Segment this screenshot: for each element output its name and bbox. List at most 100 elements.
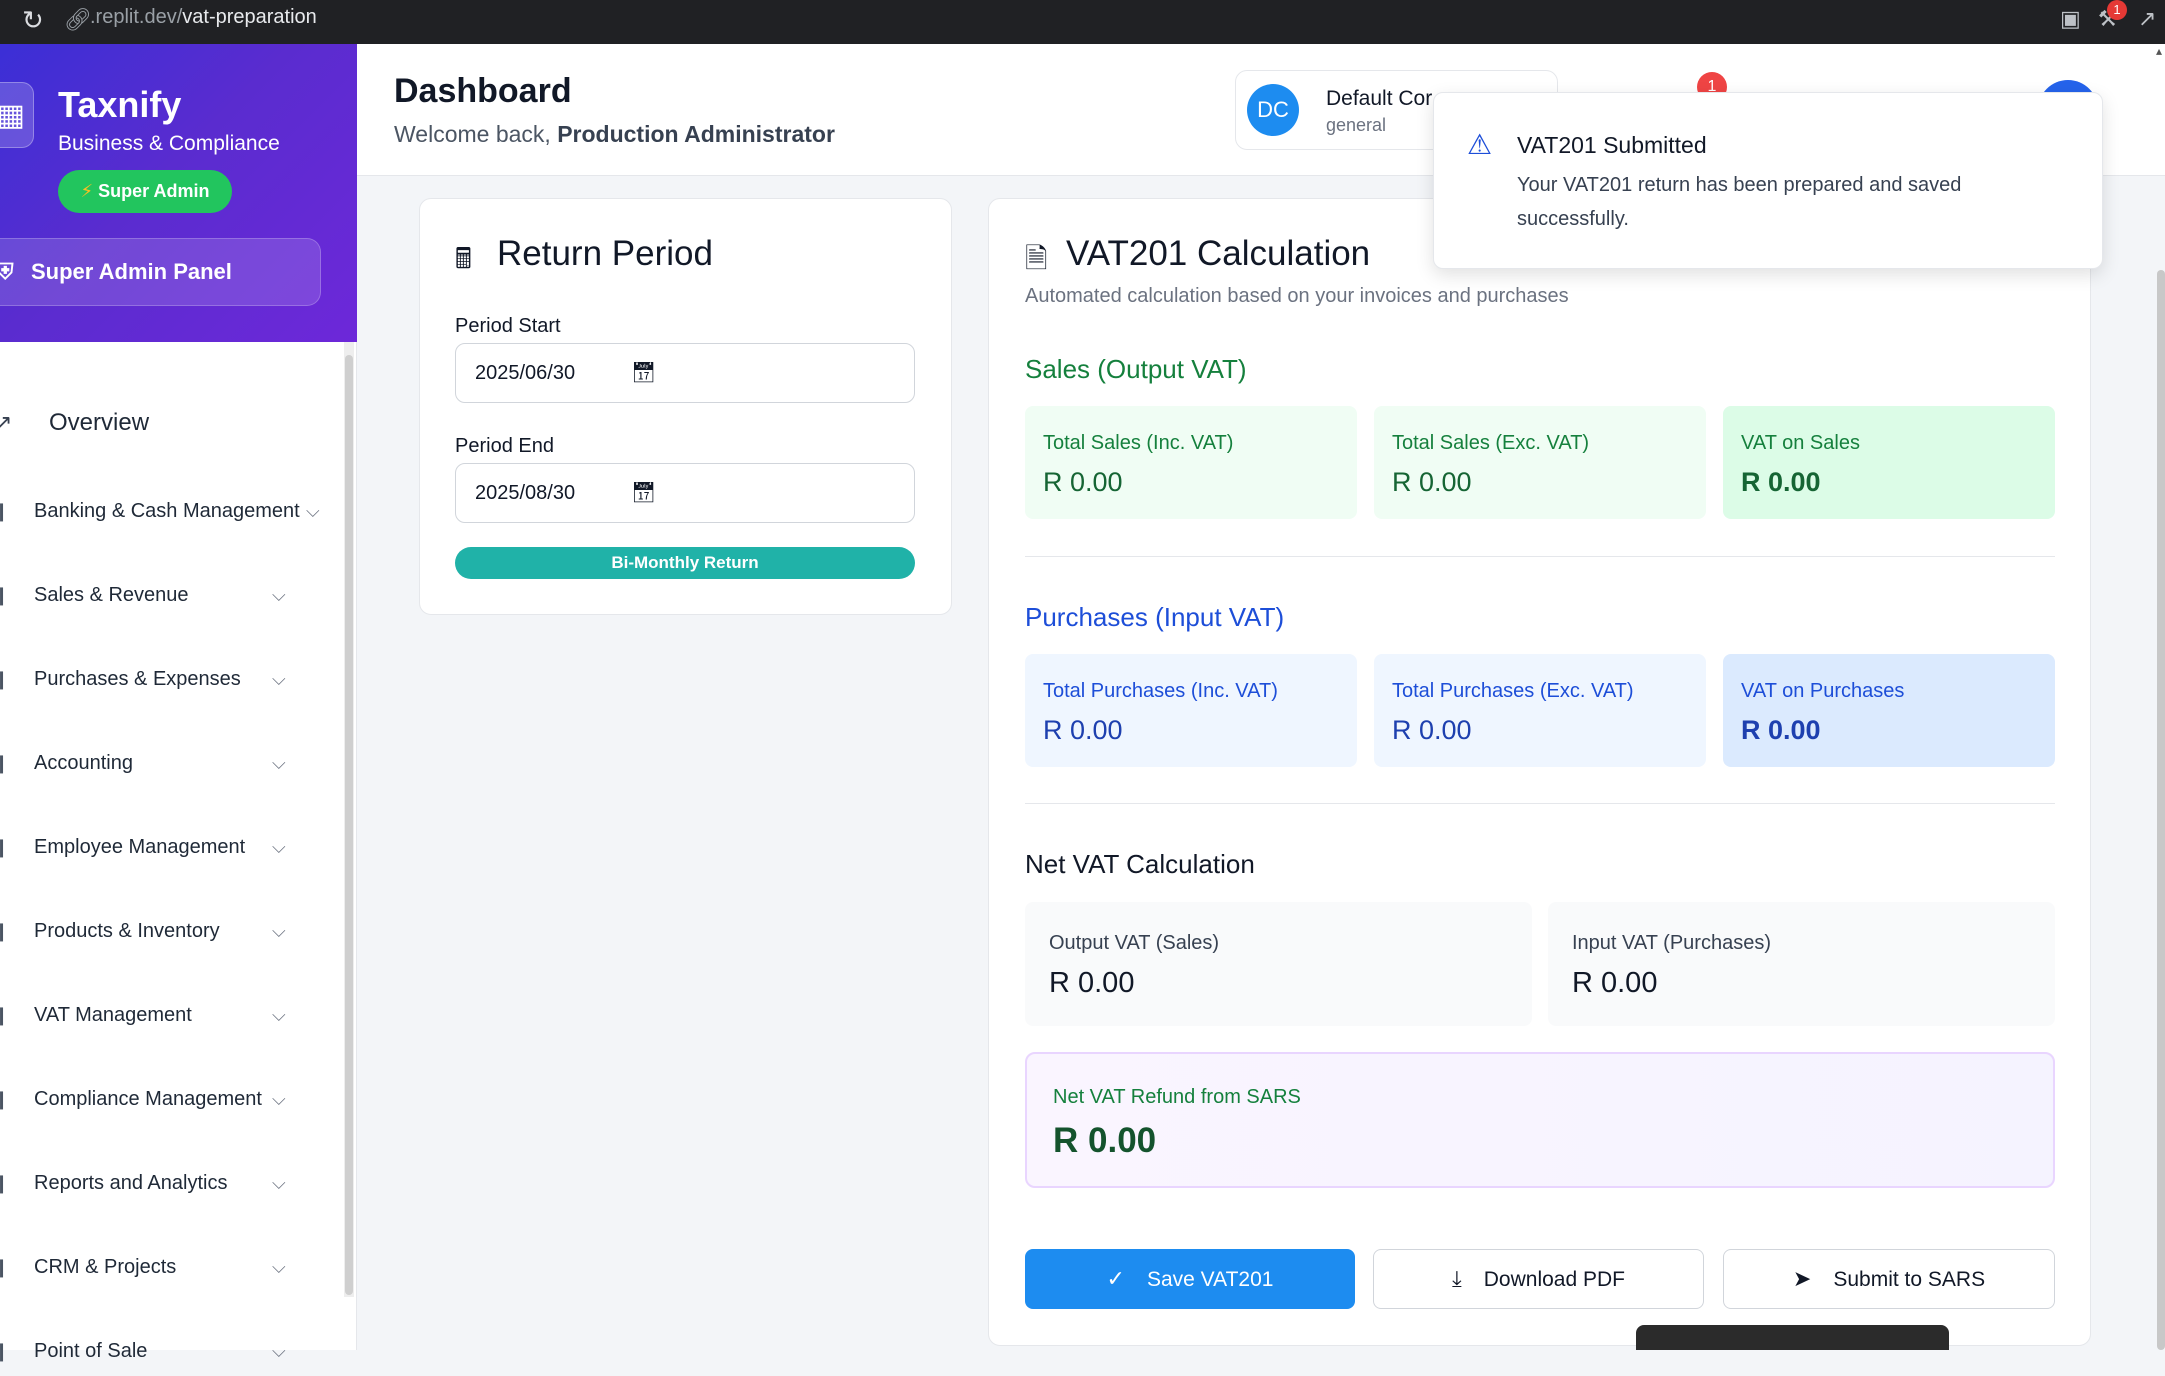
sidebar-item-vat[interactable]: ❙ VAT Management ⌵ (0, 990, 340, 1040)
sidebar-item-compliance[interactable]: ❙ Compliance Management ⌵ (0, 1074, 340, 1124)
tile-label: Total Sales (Exc. VAT) (1392, 432, 1590, 454)
url-domain: .replit.dev/ (90, 6, 183, 28)
cart-icon: ❙ (0, 669, 10, 689)
calendar-icon[interactable]: 📅︎ (631, 464, 656, 522)
sidebar-item-employees[interactable]: ❙ Employee Management ⌵ (0, 822, 340, 872)
period-start-input[interactable]: 2025/06/30 📅︎ (455, 343, 915, 403)
terminal-icon: ❙ (0, 1341, 10, 1361)
chevron-down-icon: ⌵ (272, 1005, 286, 1025)
reload-icon[interactable]: ↻ (22, 5, 44, 36)
sidebar-item-banking[interactable]: ❙ Banking & Cash Management ⌵ (0, 486, 340, 536)
super-admin-panel-label: Super Admin Panel (31, 259, 232, 284)
page-title: Dashboard (394, 72, 572, 110)
return-period-title: Return Period (497, 234, 713, 273)
briefcase-icon: ❙ (0, 1257, 10, 1277)
bar-chart-icon: ❙ (0, 1173, 10, 1193)
tile-value: R 0.00 (1741, 715, 1821, 745)
sidebar-scrollbar-thumb[interactable] (345, 355, 353, 1295)
sidebar-item-label: Point of Sale (34, 1340, 148, 1362)
shield-check-icon: ❙ (0, 1089, 10, 1109)
sales-section-title: Sales (Output VAT) (1025, 354, 1247, 384)
sidebar-item-accounting[interactable]: ❙ Accounting ⌵ (0, 738, 340, 788)
period-start-label: Period Start (455, 315, 561, 337)
button-label: Submit to SARS (1833, 1268, 1986, 1291)
sidebar-item-purchases[interactable]: ❙ Purchases & Expenses ⌵ (0, 654, 340, 704)
send-icon: ➤ (1792, 1266, 1812, 1291)
toast-message: Your VAT201 return has been prepared and… (1517, 174, 1962, 230)
section-divider (1025, 803, 2055, 804)
period-end-value: 2025/08/30 (475, 482, 576, 504)
tile-label: Input VAT (Purchases) (1572, 932, 1771, 954)
tile-label: Total Purchases (Exc. VAT) (1392, 680, 1634, 702)
device-icon[interactable]: ▣ (2060, 6, 2081, 32)
chevron-down-icon: ⌵ (272, 753, 286, 773)
shield-icon: ⛨ (0, 259, 14, 284)
output-vat-tile: Output VAT (Sales) R 0.00 (1025, 902, 1532, 1026)
refund-label: Net VAT Refund from SARS (1053, 1086, 1301, 1108)
sidebar-item-label: Reports and Analytics (34, 1172, 228, 1194)
submit-to-sars-button[interactable]: ➤ Submit to SARS (1723, 1249, 2055, 1309)
company-type: general (1326, 115, 1387, 135)
tile-value: R 0.00 (1392, 715, 1472, 745)
bank-icon: ❙ (0, 501, 10, 521)
sales-tile-vat: VAT on Sales R 0.00 (1723, 406, 2055, 519)
chevron-down-icon: ⌵ (306, 501, 320, 521)
tile-label: Total Purchases (Inc. VAT) (1043, 680, 1278, 702)
tile-label: Output VAT (Sales) (1049, 932, 1220, 954)
section-divider (1025, 556, 2055, 557)
users-icon: ❙ (0, 837, 10, 857)
browser-toolbar: ↻ 🔗︎ .replit.dev/vat-preparation ▣ ⚒ 1 ↗ (0, 0, 2165, 44)
super-admin-badge: ⚡ Super Admin (58, 170, 232, 213)
welcome-message: Welcome back, Production Administrator (394, 121, 835, 148)
sidebar-item-crm[interactable]: ❙ CRM & Projects ⌵ (0, 1242, 340, 1292)
calendar-icon[interactable]: 📅︎ (631, 344, 656, 402)
download-icon: ⤓ (1452, 1266, 1462, 1291)
vat201-title: VAT201 Calculation (1066, 234, 1371, 273)
chevron-down-icon: ⌵ (272, 585, 286, 605)
period-end-label: Period End (455, 435, 554, 457)
sidebar-item-label: Purchases & Expenses (34, 668, 241, 690)
sidebar-item-sales[interactable]: ❙ Sales & Revenue ⌵ (0, 570, 340, 620)
chart-icon: ↗ (0, 410, 13, 435)
warning-triangle-icon: ⚠︎ (1467, 129, 1493, 160)
scroll-up-icon[interactable]: ▴ (2156, 44, 2165, 64)
sidebar-item-products[interactable]: ❙ Products & Inventory ⌵ (0, 906, 340, 956)
chevron-down-icon: ⌵ (272, 669, 286, 689)
chevron-down-icon: ⌵ (272, 1341, 286, 1361)
open-external-icon[interactable]: ↗ (2138, 6, 2156, 32)
chevron-down-icon: ⌵ (272, 1173, 286, 1193)
address-bar[interactable]: .replit.dev/vat-preparation (90, 6, 317, 29)
save-vat201-button[interactable]: ✓ Save VAT201 (1025, 1249, 1355, 1309)
super-admin-panel-button[interactable]: ⛨ Super Admin Panel (0, 238, 321, 306)
period-start-value: 2025/06/30 (475, 362, 576, 384)
sidebar-item-label: Compliance Management (34, 1088, 262, 1110)
download-pdf-button[interactable]: ⤓ Download PDF (1373, 1249, 1704, 1309)
button-label: Download PDF (1483, 1268, 1625, 1291)
input-vat-tile: Input VAT (Purchases) R 0.00 (1548, 902, 2055, 1026)
tile-value: R 0.00 (1572, 967, 1658, 999)
lightning-icon: ⚡ (80, 181, 94, 201)
floating-dock[interactable] (1636, 1325, 1949, 1350)
sidebar-item-reports[interactable]: ❙ Reports and Analytics ⌵ (0, 1158, 340, 1208)
purchases-tile-exc: Total Purchases (Exc. VAT) R 0.00 (1374, 654, 1706, 767)
tile-value: R 0.00 (1043, 715, 1123, 745)
page-scrollbar[interactable] (2157, 270, 2165, 1350)
sidebar-item-label: Accounting (34, 752, 133, 774)
role-label: Super Admin (98, 181, 210, 201)
purchases-tile-vat: VAT on Purchases R 0.00 (1723, 654, 2055, 767)
welcome-prefix: Welcome back, (394, 121, 558, 147)
button-label: Save VAT201 (1146, 1268, 1274, 1291)
package-icon: ❙ (0, 921, 10, 941)
company-name: Default Cor (1326, 87, 1433, 110)
frequency-badge: Bi-Monthly Return (455, 547, 915, 579)
tile-value: R 0.00 (1049, 967, 1135, 999)
net-vat-refund-panel: Net VAT Refund from SARS R 0.00 (1025, 1052, 2055, 1188)
period-end-input[interactable]: 2025/08/30 📅︎ (455, 463, 915, 523)
sidebar-item-label: Sales & Revenue (34, 584, 189, 606)
sidebar-item-overview[interactable]: ↗ Overview (0, 395, 340, 451)
book-icon: ❙ (0, 753, 10, 773)
brand-title: Taxnify (58, 84, 182, 125)
brand-subtitle: Business & Compliance (58, 132, 280, 155)
sidebar-item-pos[interactable]: ❙ Point of Sale ⌵ (0, 1326, 340, 1376)
purchases-tile-inc: Total Purchases (Inc. VAT) R 0.00 (1025, 654, 1357, 767)
